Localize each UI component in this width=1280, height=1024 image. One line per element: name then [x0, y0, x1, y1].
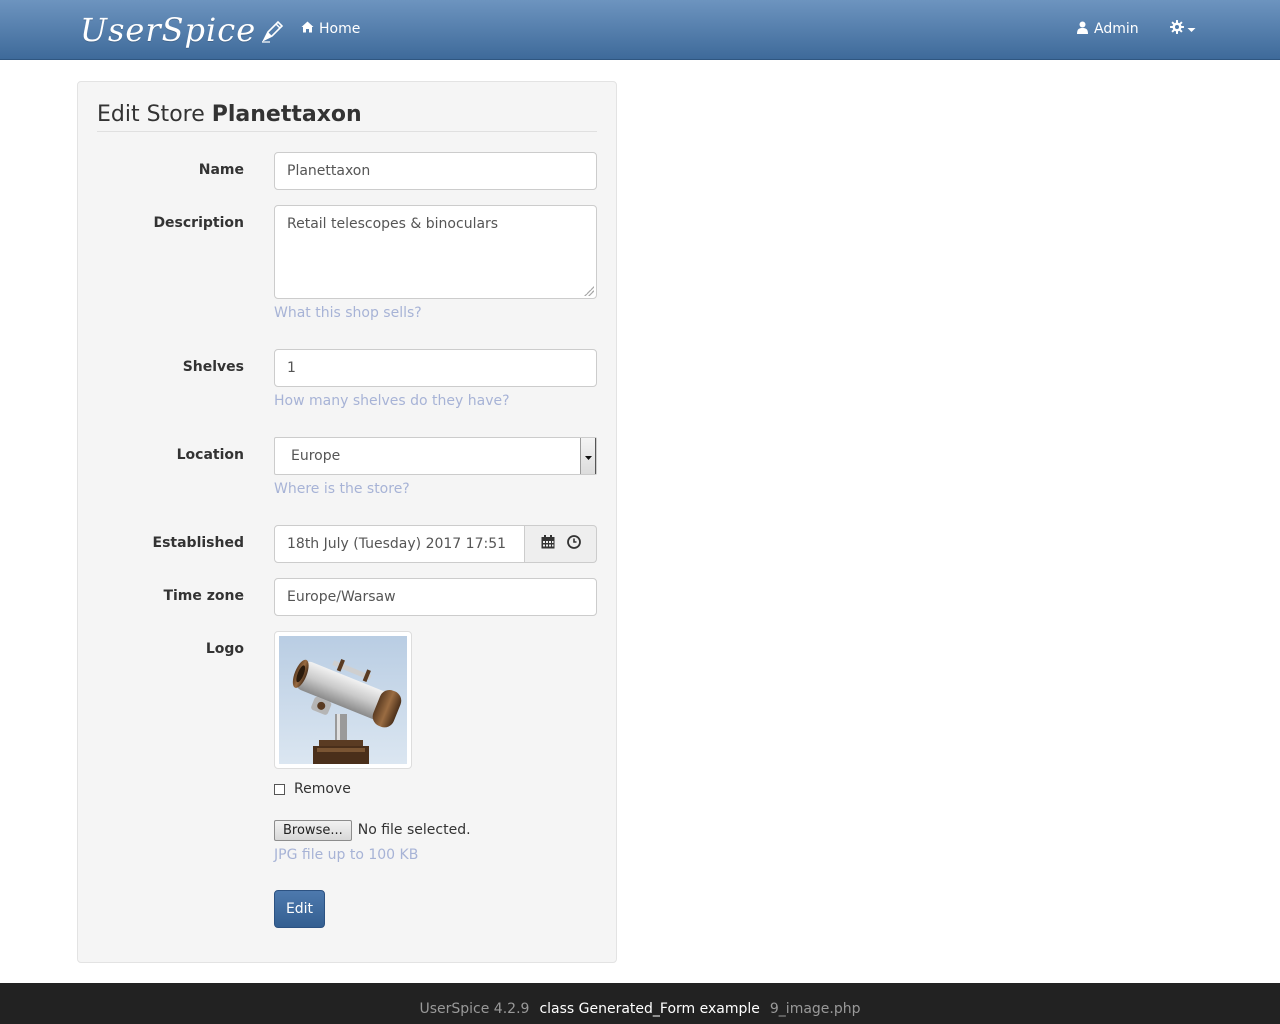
- shelves-label: Shelves: [182, 359, 244, 375]
- brand-text: UserSpice: [80, 11, 257, 49]
- footer-filename: 9_image.php: [769, 1000, 861, 1017]
- description-value: Retail telescopes & binoculars: [287, 216, 499, 232]
- resize-grip-icon[interactable]: [584, 286, 594, 296]
- timezone-value: Europe/Warsaw: [287, 589, 396, 605]
- nav-home-link[interactable]: Home: [301, 18, 360, 40]
- description-textarea[interactable]: Retail telescopes & binoculars: [274, 205, 597, 299]
- settings-dropdown[interactable]: [1170, 18, 1196, 40]
- remove-logo-checkbox[interactable]: [274, 783, 285, 795]
- location-help: Where is the store?: [274, 481, 410, 497]
- nav-user-menu[interactable]: Admin: [1077, 18, 1139, 40]
- nav-home-label: Home: [319, 21, 361, 37]
- user-icon: [1077, 21, 1088, 38]
- caret-down-icon: [1187, 21, 1196, 37]
- gear-icon: [1170, 20, 1184, 38]
- edit-store-panel: Edit Store Planettaxon Name Planettaxon …: [77, 81, 617, 963]
- name-input-value: Planettaxon: [287, 163, 371, 179]
- remove-logo-label: Remove: [294, 781, 351, 797]
- clock-icon[interactable]: [566, 535, 581, 553]
- established-datetime-group: 18th July (Tuesday) 2017 17:51: [274, 525, 597, 563]
- location-select[interactable]: Europe: [274, 437, 597, 475]
- established-label: Established: [152, 535, 244, 551]
- telescope-image: [279, 636, 407, 764]
- title-prefix: Edit Store: [97, 102, 205, 127]
- name-input[interactable]: Planettaxon: [274, 152, 597, 190]
- footer-title: class Generated_Form example: [539, 1000, 760, 1017]
- name-label: Name: [198, 162, 244, 178]
- footer: UserSpice 4.2.9 class Generated_Form exa…: [0, 983, 1280, 1024]
- edit-submit-button[interactable]: Edit: [274, 890, 325, 928]
- top-navbar: UserSpice Home Admin: [0, 0, 1280, 60]
- established-input[interactable]: 18th July (Tuesday) 2017 17:51: [274, 525, 525, 563]
- shelves-help: How many shelves do they have?: [274, 393, 510, 409]
- select-arrow-button[interactable]: [580, 438, 596, 474]
- calendar-icon[interactable]: [541, 535, 555, 553]
- logo-thumbnail: [274, 631, 412, 769]
- logo-file-input[interactable]: Browse... No file selected.: [274, 819, 471, 841]
- logo-label: Logo: [205, 641, 244, 657]
- home-icon: [301, 21, 314, 37]
- shelves-input[interactable]: 1: [274, 349, 597, 387]
- title-store-name: Planettaxon: [211, 102, 362, 127]
- established-value: 18th July (Tuesday) 2017 17:51: [287, 536, 507, 552]
- location-value: Europe: [291, 448, 341, 464]
- datetime-picker-addon: [525, 525, 597, 563]
- logo-help: JPG file up to 100 KB: [274, 847, 419, 863]
- footer-version: UserSpice 4.2.9: [419, 1000, 530, 1017]
- file-status-text: No file selected.: [357, 822, 471, 838]
- timezone-input[interactable]: Europe/Warsaw: [274, 578, 597, 616]
- location-label: Location: [176, 447, 244, 463]
- browse-button[interactable]: Browse...: [274, 819, 352, 841]
- page-title: Edit Store Planettaxon: [97, 102, 597, 132]
- description-help: What this shop sells?: [274, 305, 422, 321]
- brand-logo[interactable]: UserSpice: [80, 10, 286, 50]
- nav-user-label: Admin: [1094, 21, 1139, 37]
- pencil-logo-icon: [260, 14, 286, 52]
- remove-logo-row[interactable]: Remove: [274, 779, 351, 799]
- shelves-value: 1: [287, 360, 296, 376]
- caret-down-icon: [584, 448, 592, 464]
- timezone-label: Time zone: [163, 588, 244, 604]
- description-label: Description: [153, 215, 244, 231]
